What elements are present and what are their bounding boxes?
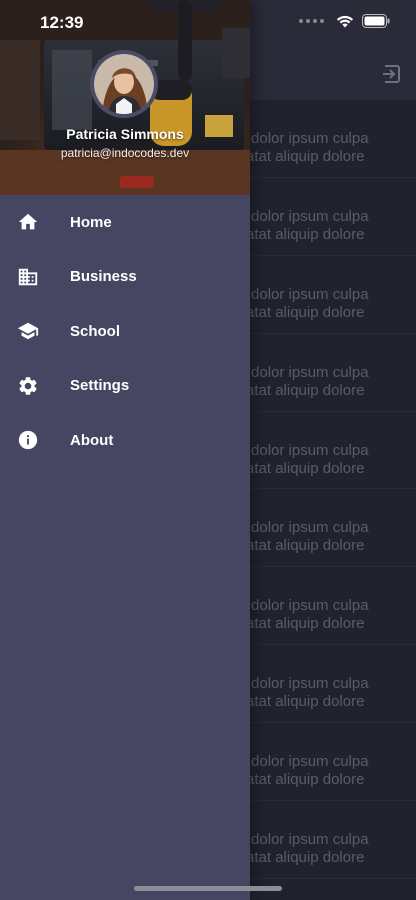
menu-label: About bbox=[70, 431, 114, 449]
avatar-frame bbox=[90, 50, 158, 118]
menu-label: School bbox=[70, 322, 121, 340]
user-name: Patricia Simmons bbox=[66, 126, 184, 142]
school-icon bbox=[16, 319, 40, 343]
menu-item-school[interactable]: School bbox=[0, 304, 250, 359]
menu-label: Home bbox=[70, 213, 112, 231]
wifi-icon bbox=[336, 15, 354, 28]
screen: ur em dolor ipsum culpa pidatat aliquip … bbox=[0, 0, 416, 900]
drawer-header: Patricia Simmons patricia@indocodes.dev bbox=[0, 0, 250, 195]
battery-icon bbox=[362, 14, 390, 28]
menu-label: Business bbox=[70, 268, 137, 286]
navigation-drawer: Patricia Simmons patricia@indocodes.dev … bbox=[0, 0, 250, 900]
logout-icon[interactable] bbox=[380, 62, 404, 86]
user-email: patricia@indocodes.dev bbox=[60, 146, 190, 160]
cellular-signal-icon bbox=[299, 19, 324, 23]
drawer-menu: Home Business School Settings About bbox=[0, 195, 250, 468]
info-icon bbox=[16, 428, 40, 452]
settings-icon bbox=[16, 374, 40, 398]
status-icons bbox=[299, 14, 390, 28]
menu-item-business[interactable]: Business bbox=[0, 250, 250, 305]
home-icon bbox=[16, 210, 40, 234]
menu-item-about[interactable]: About bbox=[0, 413, 250, 468]
home-indicator[interactable] bbox=[134, 886, 282, 891]
menu-label: Settings bbox=[70, 377, 130, 395]
business-icon bbox=[16, 265, 40, 289]
menu-item-settings[interactable]: Settings bbox=[0, 359, 250, 414]
status-time: 12:39 bbox=[40, 13, 84, 32]
avatar[interactable] bbox=[94, 54, 154, 114]
menu-item-home[interactable]: Home bbox=[0, 195, 250, 250]
